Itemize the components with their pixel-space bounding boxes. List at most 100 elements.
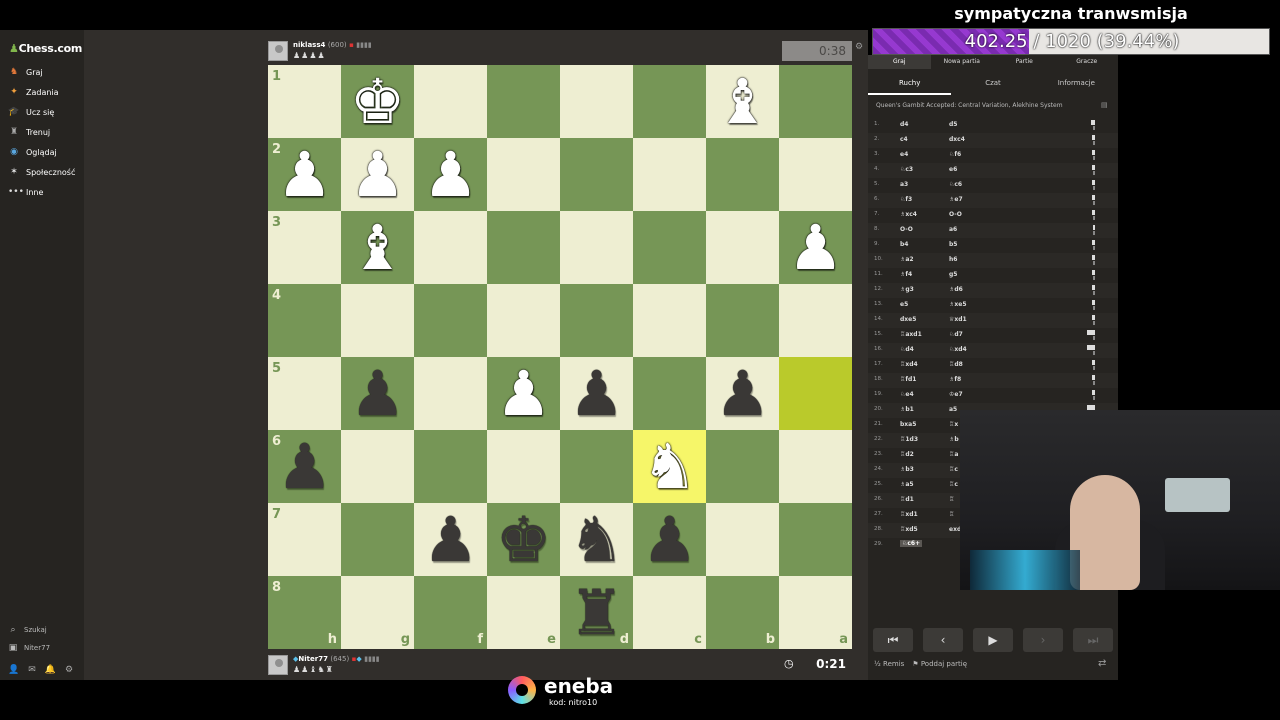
white-move[interactable]: ♘c3 <box>900 166 913 173</box>
square-e5[interactable]: ♟ <box>487 357 560 430</box>
tab-games[interactable]: Partie <box>993 55 1056 69</box>
square-f3[interactable] <box>414 211 487 284</box>
book-icon[interactable]: ▤ <box>1101 101 1108 109</box>
white-move[interactable]: ♖axd1 <box>900 331 922 338</box>
square-g4[interactable] <box>341 284 414 357</box>
sidebar-item-train[interactable]: ♜ Trenuj <box>8 125 50 139</box>
sidebar-item-puzzle[interactable]: ✦ Zadania <box>8 85 58 99</box>
white-move[interactable]: dxe5 <box>900 316 916 323</box>
opponent-avatar[interactable] <box>268 41 288 61</box>
player-name[interactable]: ◆Niter77 (645) ▪◆ ▮▮▮▮ <box>293 655 380 663</box>
black-move[interactable]: ♗f8 <box>949 376 961 383</box>
square-f4[interactable] <box>414 284 487 357</box>
tab-chat[interactable]: Czat <box>951 75 1034 95</box>
square-e7[interactable]: ♚ <box>487 503 560 576</box>
black-move[interactable]: ♗b <box>949 436 959 443</box>
white-move[interactable]: ♘f3 <box>900 196 912 203</box>
black-move[interactable]: a6 <box>949 226 957 233</box>
sidebar-item-community[interactable]: ✶ Społeczność <box>8 165 75 179</box>
white-move[interactable]: ♗b1 <box>900 406 914 413</box>
black-move[interactable]: ♖c <box>949 466 958 473</box>
black-move[interactable]: dxc4 <box>949 136 965 143</box>
square-d2[interactable] <box>560 138 633 211</box>
tab-moves[interactable]: Ruchy <box>868 75 952 95</box>
black-pawn-icon[interactable]: ♟ <box>277 435 333 498</box>
square-g8[interactable]: g <box>341 576 414 649</box>
black-move[interactable]: ♖ <box>949 511 954 518</box>
sidebar-item-learn[interactable]: 🎓 Ucz się <box>8 105 54 119</box>
black-move[interactable]: ♘d7 <box>949 331 963 338</box>
prev-move-button[interactable]: ‹ <box>923 628 963 652</box>
white-move[interactable]: ♖xd1 <box>900 511 918 518</box>
square-b1[interactable]: ♝ <box>706 65 779 138</box>
white-move[interactable]: ♘c6+ <box>900 540 923 547</box>
square-f7[interactable]: ♟ <box>414 503 487 576</box>
square-d1[interactable] <box>560 65 633 138</box>
black-pawn-icon[interactable]: ♟ <box>715 362 771 425</box>
square-b4[interactable] <box>706 284 779 357</box>
square-e1[interactable] <box>487 65 560 138</box>
draw-button[interactable]: ½ Remis <box>874 660 904 668</box>
square-h5[interactable]: 5 <box>268 357 341 430</box>
white-move[interactable]: ♗f4 <box>900 271 912 278</box>
square-f6[interactable] <box>414 430 487 503</box>
white-move[interactable]: ♗a5 <box>900 481 914 488</box>
black-move[interactable]: ♗e7 <box>949 196 963 203</box>
white-move[interactable]: e4 <box>900 151 908 158</box>
white-move[interactable]: c4 <box>900 136 908 143</box>
square-f2[interactable]: ♟ <box>414 138 487 211</box>
square-h4[interactable]: 4 <box>268 284 341 357</box>
square-g2[interactable]: ♟ <box>341 138 414 211</box>
tab-new-game[interactable]: Nowa partia <box>931 55 994 69</box>
black-move[interactable]: ♘c6 <box>949 181 962 188</box>
square-g1[interactable]: ♚ <box>341 65 414 138</box>
black-king-icon[interactable]: ♚ <box>496 508 552 571</box>
first-move-button[interactable]: ⏮ <box>873 628 913 652</box>
white-move[interactable]: ♘d4 <box>900 346 914 353</box>
white-move[interactable]: ♘e4 <box>900 391 914 398</box>
white-move[interactable]: d4 <box>900 121 908 128</box>
square-g5[interactable]: ♟ <box>341 357 414 430</box>
white-bishop-icon[interactable]: ♝ <box>715 70 771 133</box>
white-move[interactable]: b4 <box>900 241 908 248</box>
white-move[interactable]: ♖fd1 <box>900 376 916 383</box>
square-h3[interactable]: 3 <box>268 211 341 284</box>
square-h6[interactable]: 6 ♟ <box>268 430 341 503</box>
square-b5[interactable]: ♟ <box>706 357 779 430</box>
square-e4[interactable] <box>487 284 560 357</box>
next-move-button[interactable]: › <box>1023 628 1063 652</box>
black-move[interactable]: ♖a <box>949 451 958 458</box>
last-move-button[interactable]: ⏭ <box>1073 628 1113 652</box>
black-move[interactable]: ♗d6 <box>949 286 963 293</box>
square-d3[interactable] <box>560 211 633 284</box>
square-c2[interactable] <box>633 138 706 211</box>
white-move[interactable]: ♖1d3 <box>900 436 918 443</box>
square-d5[interactable]: ♟ <box>560 357 633 430</box>
black-move[interactable]: O-O <box>949 211 962 218</box>
square-a1[interactable] <box>779 65 852 138</box>
white-move[interactable]: ♗b3 <box>900 466 914 473</box>
white-pawn-icon[interactable]: ♟ <box>496 362 552 425</box>
square-h1[interactable]: 1 <box>268 65 341 138</box>
white-move[interactable]: ♗xc4 <box>900 211 917 218</box>
black-pawn-icon[interactable]: ♟ <box>350 362 406 425</box>
white-move[interactable]: ♖d2 <box>900 451 914 458</box>
square-b2[interactable] <box>706 138 779 211</box>
square-a8[interactable]: a <box>779 576 852 649</box>
square-f8[interactable]: f <box>414 576 487 649</box>
black-move[interactable]: ♗xe5 <box>949 301 967 308</box>
chess-logo[interactable]: ♟Chess.com <box>9 42 82 55</box>
square-a7[interactable] <box>779 503 852 576</box>
square-a2[interactable] <box>779 138 852 211</box>
messages-icon[interactable]: ✉ <box>28 665 36 675</box>
search-link[interactable]: ⌕ Szukaj <box>8 625 46 635</box>
square-g6[interactable] <box>341 430 414 503</box>
square-c8[interactable]: c <box>633 576 706 649</box>
black-move[interactable]: ♖ <box>949 496 954 503</box>
square-e6[interactable] <box>487 430 560 503</box>
black-move[interactable]: b5 <box>949 241 957 248</box>
square-d7[interactable]: ♞ <box>560 503 633 576</box>
white-move[interactable]: ♖d1 <box>900 496 914 503</box>
white-king-icon[interactable]: ♚ <box>350 70 406 133</box>
white-knight-icon[interactable]: ♞ <box>642 435 698 498</box>
